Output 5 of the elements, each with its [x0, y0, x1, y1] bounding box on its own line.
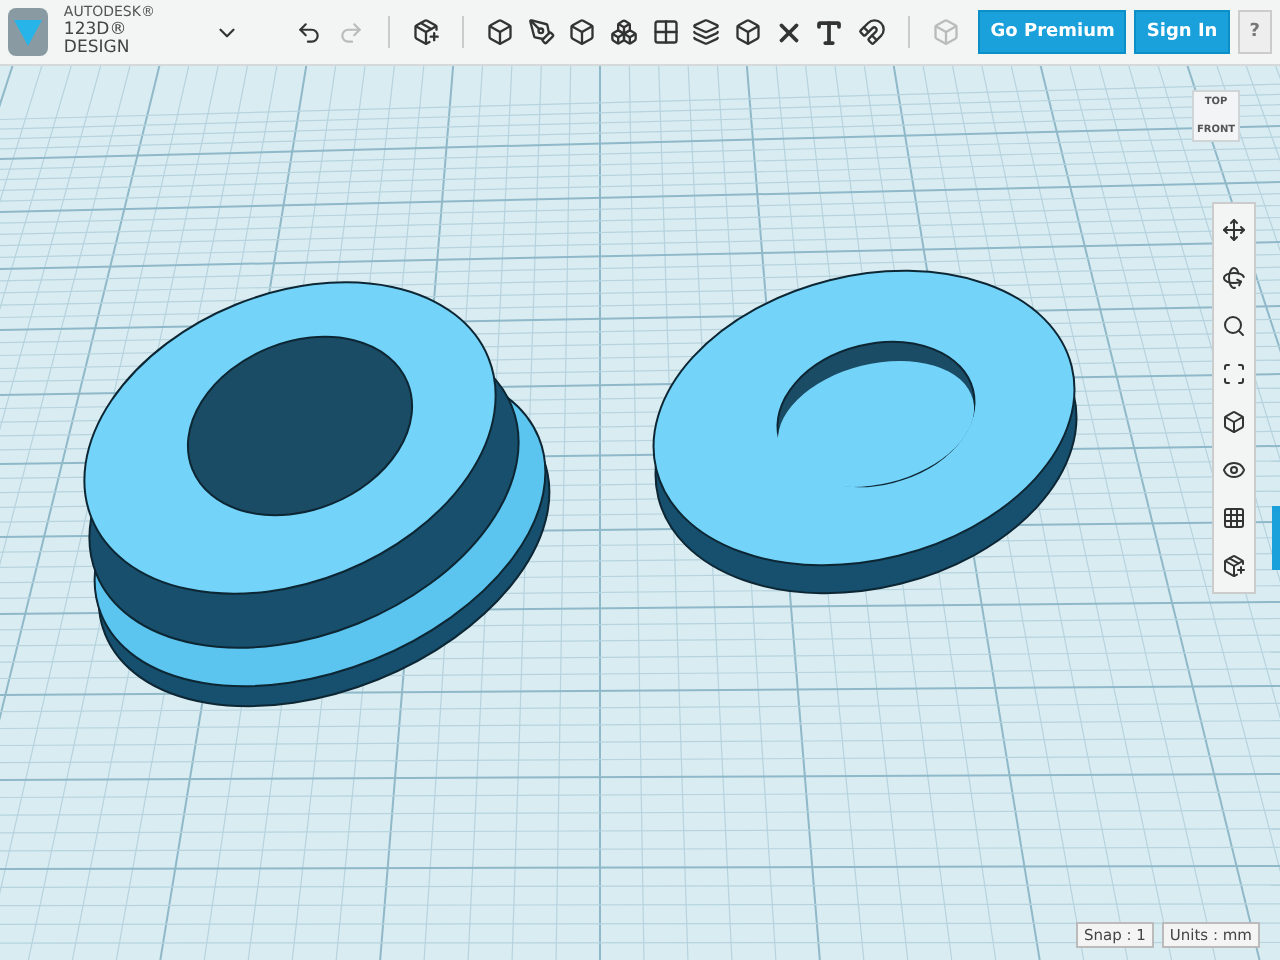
logo-icon — [8, 8, 48, 56]
product-name: 123D® DESIGN — [63, 21, 132, 58]
help-button[interactable]: ? — [1237, 10, 1272, 54]
header-button[interactable]: Sign In — [1134, 10, 1230, 54]
header-button[interactable]: Go Premium — [978, 10, 1127, 54]
